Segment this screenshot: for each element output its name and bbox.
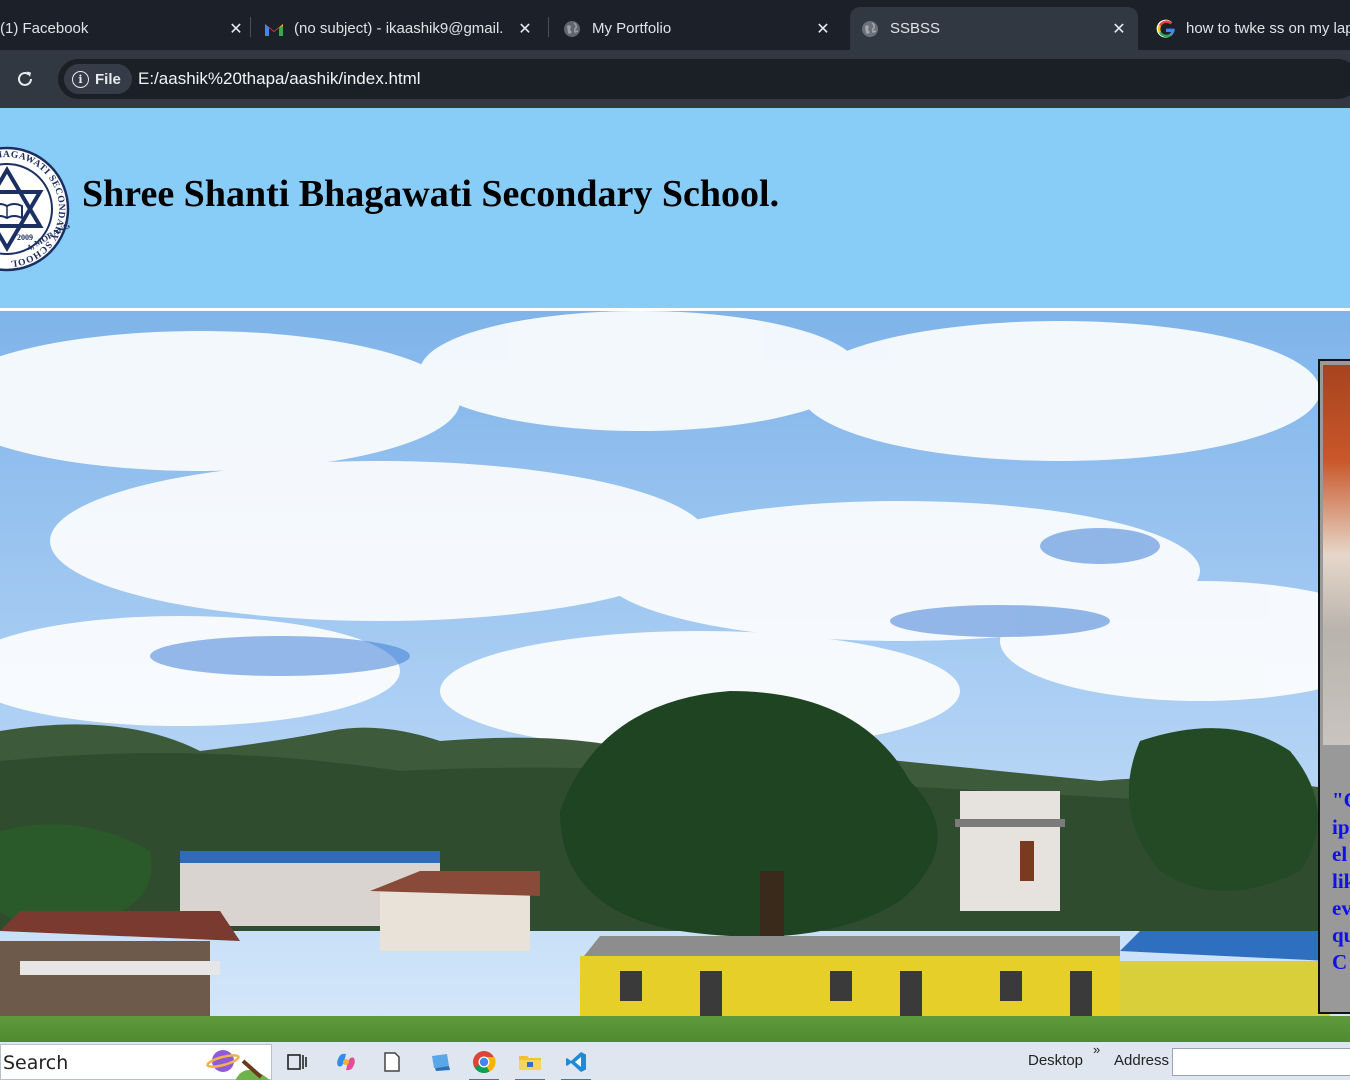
tab-strip: (1) Facebook ✕ (no subject) - ikaashik9@… <box>0 0 1350 50</box>
globe-icon <box>860 19 880 39</box>
hero-banner-image <box>0 311 1350 1042</box>
quote-line: "C <box>1332 788 1350 812</box>
tab-separator <box>548 17 549 37</box>
tab-title: SSBSS <box>890 20 941 37</box>
copilot-icon[interactable] <box>329 1046 363 1078</box>
web-page: SHANTI BHAGAWATI SECONDARY SCHOOL 4, MOR… <box>0 108 1350 1042</box>
desktop-toolbar-label[interactable]: Desktop <box>1028 1052 1083 1069</box>
quote-line: ev <box>1332 896 1350 920</box>
quote-line: C <box>1332 950 1348 974</box>
info-icon: i <box>72 70 89 88</box>
close-icon[interactable]: ✕ <box>814 19 832 39</box>
tab-title: how to twke ss on my lap <box>1186 20 1350 37</box>
gmail-icon <box>264 19 284 39</box>
chrome-icon[interactable] <box>467 1046 501 1080</box>
search-highlight-icon <box>206 1050 270 1080</box>
school-logo: SHANTI BHAGAWATI SECONDARY SCHOOL 4, MOR… <box>0 146 72 272</box>
quote-line: el <box>1332 842 1348 866</box>
site-info-chip[interactable]: i File <box>64 64 132 94</box>
task-view-icon[interactable] <box>280 1046 314 1078</box>
tab-title: My Portfolio <box>592 20 672 37</box>
quote-line: qu <box>1332 923 1350 947</box>
close-icon[interactable]: ✕ <box>1110 19 1128 39</box>
google-icon <box>1156 19 1176 39</box>
school-name-heading: Shree Shanti Bhagawati Secondary School. <box>82 173 780 215</box>
chip-label: File <box>95 70 121 88</box>
quote-line: ip <box>1332 815 1350 839</box>
globe-icon <box>562 19 582 39</box>
address-toolbar-label: Address <box>1114 1052 1170 1069</box>
taskbar: Search Desktop » Address <box>0 1042 1350 1080</box>
tab-my-portfolio[interactable]: My Portfolio ✕ <box>562 7 832 50</box>
tab-google-search[interactable]: how to twke ss on my lap <box>1156 7 1350 50</box>
tab-title: (1) Facebook <box>0 20 89 37</box>
search-label: Search <box>3 1052 69 1074</box>
close-icon[interactable]: ✕ <box>516 19 534 39</box>
tab-gmail[interactable]: (no subject) - ikaashik9@gmail. ✕ <box>264 7 534 50</box>
tab-facebook[interactable]: (1) Facebook ✕ <box>0 7 245 50</box>
principal-message-card: "C ip el lik ev qu C <box>1318 359 1350 1014</box>
principal-photo <box>1323 365 1350 745</box>
url-text[interactable]: E:/aashik%20thapa/aashik/index.html <box>138 69 421 89</box>
notepad-icon[interactable] <box>375 1046 409 1078</box>
reload-icon[interactable] <box>14 68 36 90</box>
close-icon[interactable]: ✕ <box>227 19 245 39</box>
taskbar-search-box[interactable]: Search <box>0 1044 272 1080</box>
file-explorer-icon[interactable] <box>513 1046 547 1080</box>
chevron-double-icon[interactable]: » <box>1093 1042 1100 1057</box>
taskbar-address-input[interactable] <box>1172 1048 1350 1076</box>
address-bar[interactable]: i File E:/aashik%20thapa/aashik/index.ht… <box>58 59 1350 99</box>
site-header: SHANTI BHAGAWATI SECONDARY SCHOOL 4, MOR… <box>0 108 1350 308</box>
svg-text:2009: 2009 <box>17 233 33 242</box>
quote-line: lik <box>1332 869 1350 893</box>
principal-quote: "C ip el lik ev qu C <box>1332 787 1350 976</box>
desktop-app-icon[interactable] <box>423 1046 457 1078</box>
browser-toolbar: i File E:/aashik%20thapa/aashik/index.ht… <box>0 50 1350 108</box>
vscode-icon[interactable] <box>559 1046 593 1080</box>
tab-title: (no subject) - ikaashik9@gmail. <box>294 20 504 37</box>
tab-ssbss[interactable]: SSBSS ✕ <box>850 7 1138 50</box>
tab-separator <box>250 17 251 37</box>
